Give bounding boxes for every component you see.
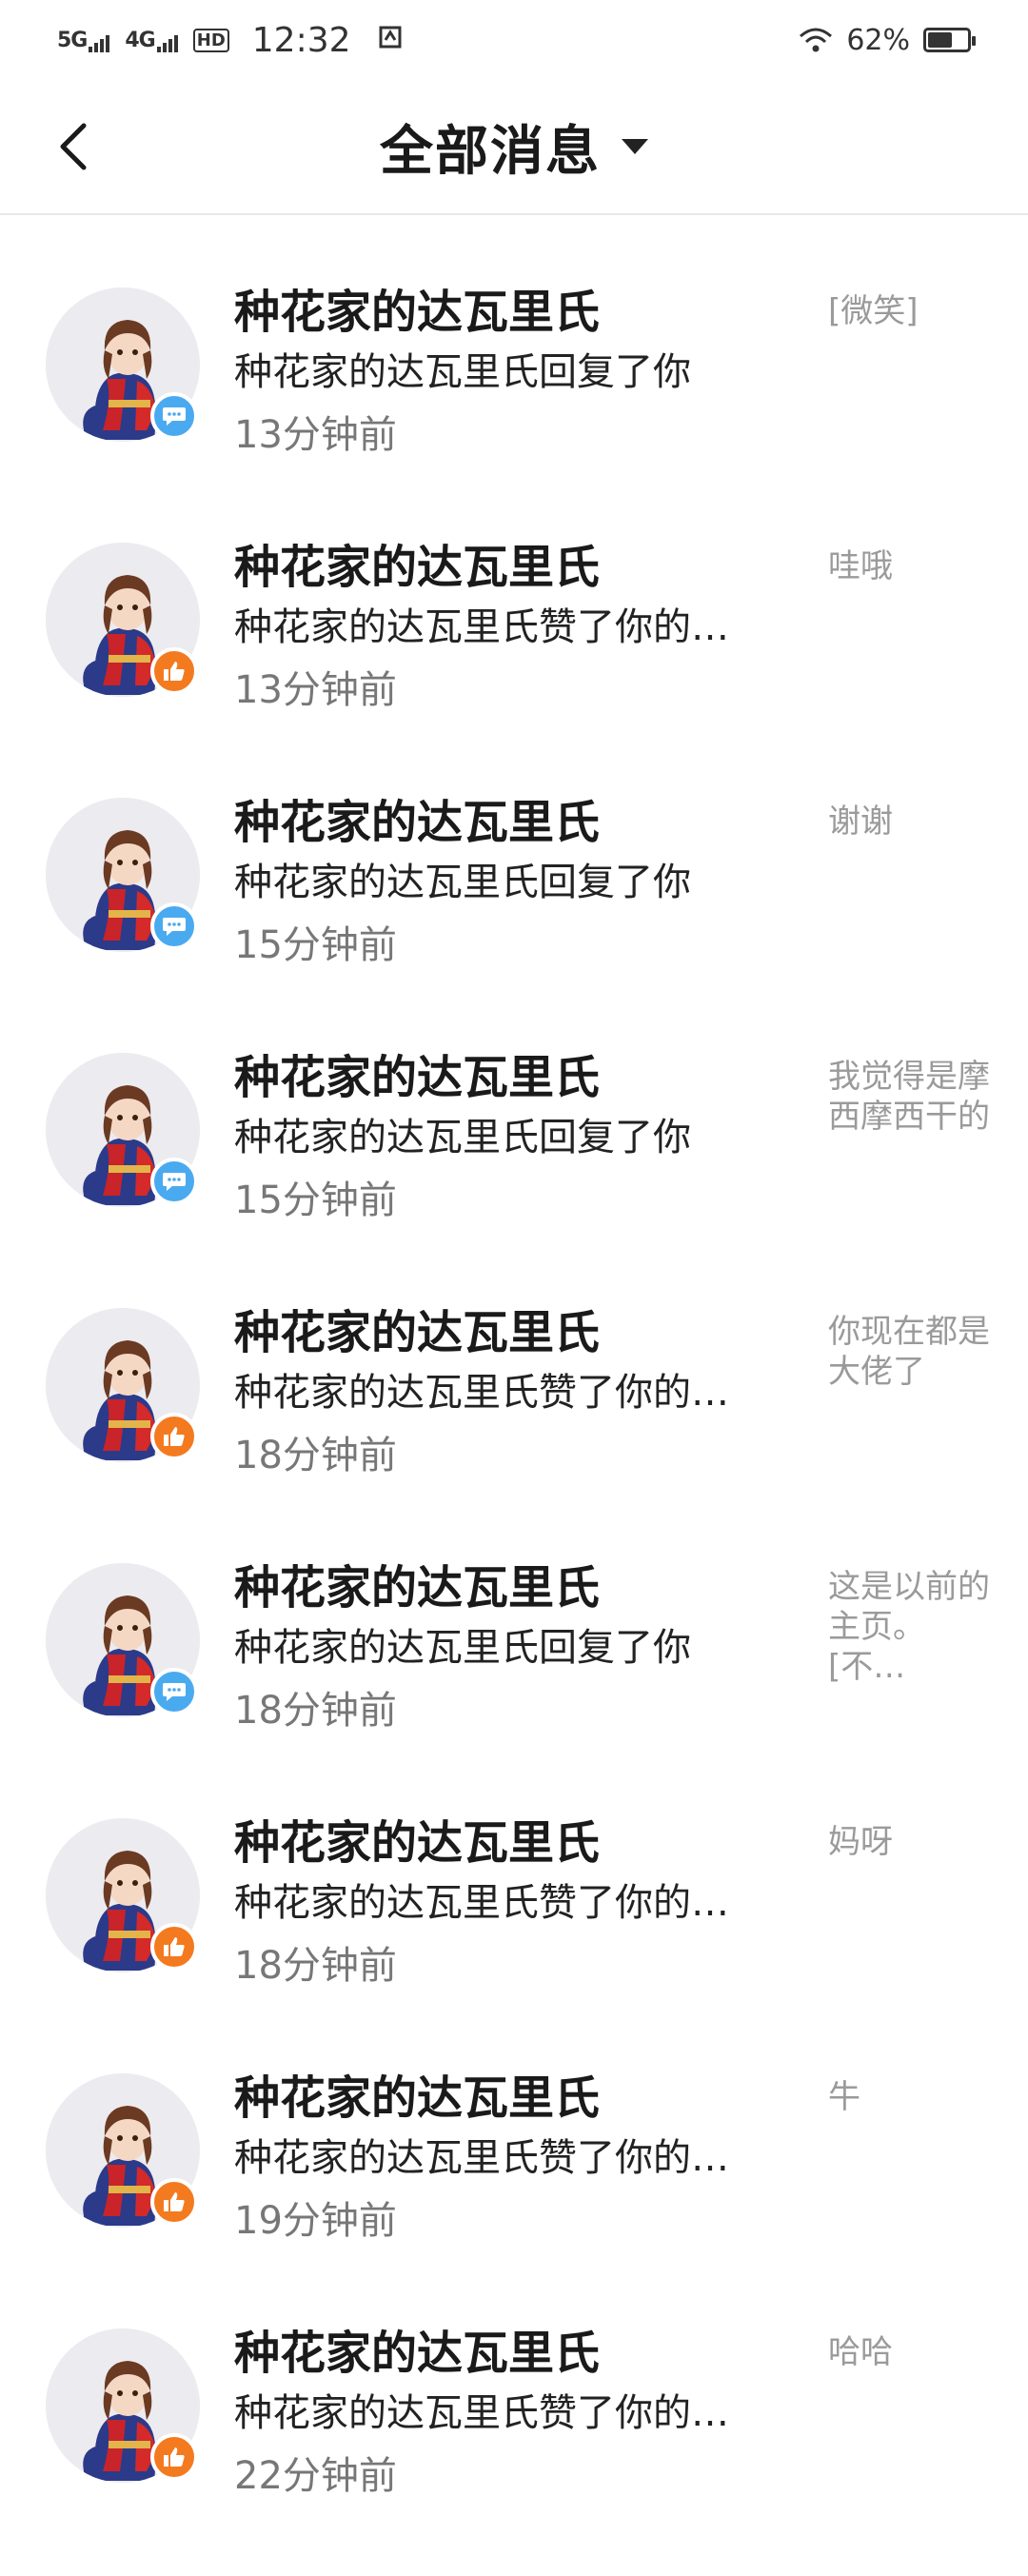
message-time: 18分钟前 bbox=[234, 1689, 397, 1733]
message-time: 22分钟前 bbox=[234, 2454, 397, 2498]
network-5g-label: 5G bbox=[57, 28, 88, 52]
sync-icon bbox=[378, 25, 403, 56]
status-bar: 5G 4G HD 12:32 62% bbox=[0, 0, 1028, 80]
signal-icon bbox=[156, 31, 178, 52]
thumbs-up-icon bbox=[150, 2178, 198, 2226]
sender-name[interactable]: 种花家的达瓦里氏 bbox=[234, 2060, 600, 2127]
message-time: 15分钟前 bbox=[234, 923, 397, 967]
network-4g-indicator: 4G bbox=[125, 28, 178, 52]
status-time: 12:32 bbox=[251, 20, 351, 60]
message-time: 13分钟前 bbox=[234, 668, 397, 712]
message-action: 种花家的达瓦里氏回复了你 bbox=[234, 1626, 691, 1670]
message-time: 18分钟前 bbox=[234, 1944, 397, 1988]
hd-icon: HD bbox=[192, 28, 229, 52]
sender-name[interactable]: 种花家的达瓦里氏 bbox=[234, 529, 600, 596]
message-item[interactable]: 种花家的达瓦里氏 种花家的达瓦里氏回复了你 15分钟前 谢谢 bbox=[0, 725, 1028, 981]
message-preview[interactable]: 你现在都是大佬了 bbox=[828, 1312, 990, 1392]
page-title: 全部消息 bbox=[380, 120, 601, 183]
message-item[interactable]: 种花家的达瓦里氏 种花家的达瓦里氏回复了你 13分钟前 [微笑] bbox=[0, 215, 1028, 470]
message-time: 15分钟前 bbox=[234, 1179, 397, 1222]
sender-name[interactable]: 种花家的达瓦里氏 bbox=[234, 1805, 600, 1872]
message-item[interactable]: 种花家的达瓦里氏 种花家的达瓦里氏回复了你 15分钟前 我觉得是摩西摩西干的 bbox=[0, 981, 1028, 1236]
battery-icon bbox=[923, 28, 976, 52]
sender-name[interactable]: 种花家的达瓦里氏 bbox=[234, 1550, 600, 1616]
message-item[interactable]: 种花家的达瓦里氏 种花家的达瓦里氏赞了你的… 18分钟前 妈呀 bbox=[0, 1746, 1028, 2001]
chevron-left-icon bbox=[60, 123, 87, 170]
message-action: 种花家的达瓦里氏赞了你的… bbox=[234, 2136, 729, 2180]
message-action: 种花家的达瓦里氏回复了你 bbox=[234, 350, 691, 394]
network-4g-label: 4G bbox=[125, 28, 155, 52]
message-action: 种花家的达瓦里氏回复了你 bbox=[234, 861, 691, 904]
back-button[interactable] bbox=[46, 118, 103, 175]
sender-name[interactable]: 种花家的达瓦里氏 bbox=[234, 2315, 600, 2382]
message-list: 种花家的达瓦里氏 种花家的达瓦里氏回复了你 13分钟前 [微笑] 种花家的达瓦里… bbox=[0, 215, 1028, 2511]
sender-name[interactable]: 种花家的达瓦里氏 bbox=[234, 1040, 600, 1106]
message-preview[interactable]: 妈呀 bbox=[828, 1822, 990, 1862]
message-action: 种花家的达瓦里氏赞了你的… bbox=[234, 605, 729, 649]
status-left: 5G 4G HD 12:32 bbox=[57, 21, 403, 60]
thumbs-up-icon bbox=[150, 1923, 198, 1971]
message-item[interactable]: 种花家的达瓦里氏 种花家的达瓦里氏赞了你的… 19分钟前 牛 bbox=[0, 2001, 1028, 2256]
comment-icon bbox=[150, 902, 198, 950]
signal-icon bbox=[89, 31, 110, 52]
message-preview[interactable]: 这是以前的主页。[不… bbox=[828, 1567, 990, 1687]
thumbs-up-icon bbox=[150, 1413, 198, 1460]
sender-name[interactable]: 种花家的达瓦里氏 bbox=[234, 274, 600, 341]
wifi-icon bbox=[800, 28, 833, 52]
comment-icon bbox=[150, 1158, 198, 1205]
message-item[interactable]: 种花家的达瓦里氏 种花家的达瓦里氏赞了你的… 18分钟前 你现在都是大佬了 bbox=[0, 1236, 1028, 1491]
message-preview[interactable]: 牛 bbox=[828, 2077, 990, 2117]
message-action: 种花家的达瓦里氏回复了你 bbox=[234, 1116, 691, 1159]
message-preview[interactable]: 谢谢 bbox=[828, 802, 990, 842]
message-item[interactable]: 种花家的达瓦里氏 种花家的达瓦里氏回复了你 18分钟前 这是以前的主页。[不… bbox=[0, 1491, 1028, 1746]
top-nav: 全部消息 bbox=[0, 80, 1028, 215]
message-time: 19分钟前 bbox=[234, 2199, 397, 2243]
comment-icon bbox=[150, 392, 198, 440]
message-time: 18分钟前 bbox=[234, 1434, 397, 1477]
message-item[interactable]: 种花家的达瓦里氏 种花家的达瓦里氏赞了你的… 22分钟前 哈哈 bbox=[0, 2256, 1028, 2511]
network-5g-indicator: 5G bbox=[57, 28, 110, 52]
message-action: 种花家的达瓦里氏赞了你的… bbox=[234, 1371, 729, 1415]
message-preview[interactable]: 哈哈 bbox=[828, 2332, 990, 2372]
message-item[interactable]: 种花家的达瓦里氏 种花家的达瓦里氏赞了你的… 13分钟前 哇哦 bbox=[0, 470, 1028, 725]
message-preview[interactable]: [微笑] bbox=[828, 291, 990, 331]
sender-name[interactable]: 种花家的达瓦里氏 bbox=[234, 1295, 600, 1361]
message-action: 种花家的达瓦里氏赞了你的… bbox=[234, 1881, 729, 1925]
message-preview[interactable]: 哇哦 bbox=[828, 546, 990, 586]
sender-name[interactable]: 种花家的达瓦里氏 bbox=[234, 784, 600, 851]
comment-icon bbox=[150, 1668, 198, 1715]
battery-fill bbox=[928, 32, 952, 48]
status-right: 62% bbox=[799, 23, 976, 57]
battery-percent: 62% bbox=[846, 23, 910, 57]
thumbs-up-icon bbox=[150, 647, 198, 695]
message-action: 种花家的达瓦里氏赞了你的… bbox=[234, 2391, 729, 2435]
caret-down-icon bbox=[622, 139, 648, 154]
message-filter-dropdown[interactable]: 全部消息 bbox=[380, 109, 648, 186]
message-time: 13分钟前 bbox=[234, 413, 397, 457]
thumbs-up-icon bbox=[150, 2433, 198, 2481]
message-preview[interactable]: 我觉得是摩西摩西干的 bbox=[828, 1057, 990, 1137]
